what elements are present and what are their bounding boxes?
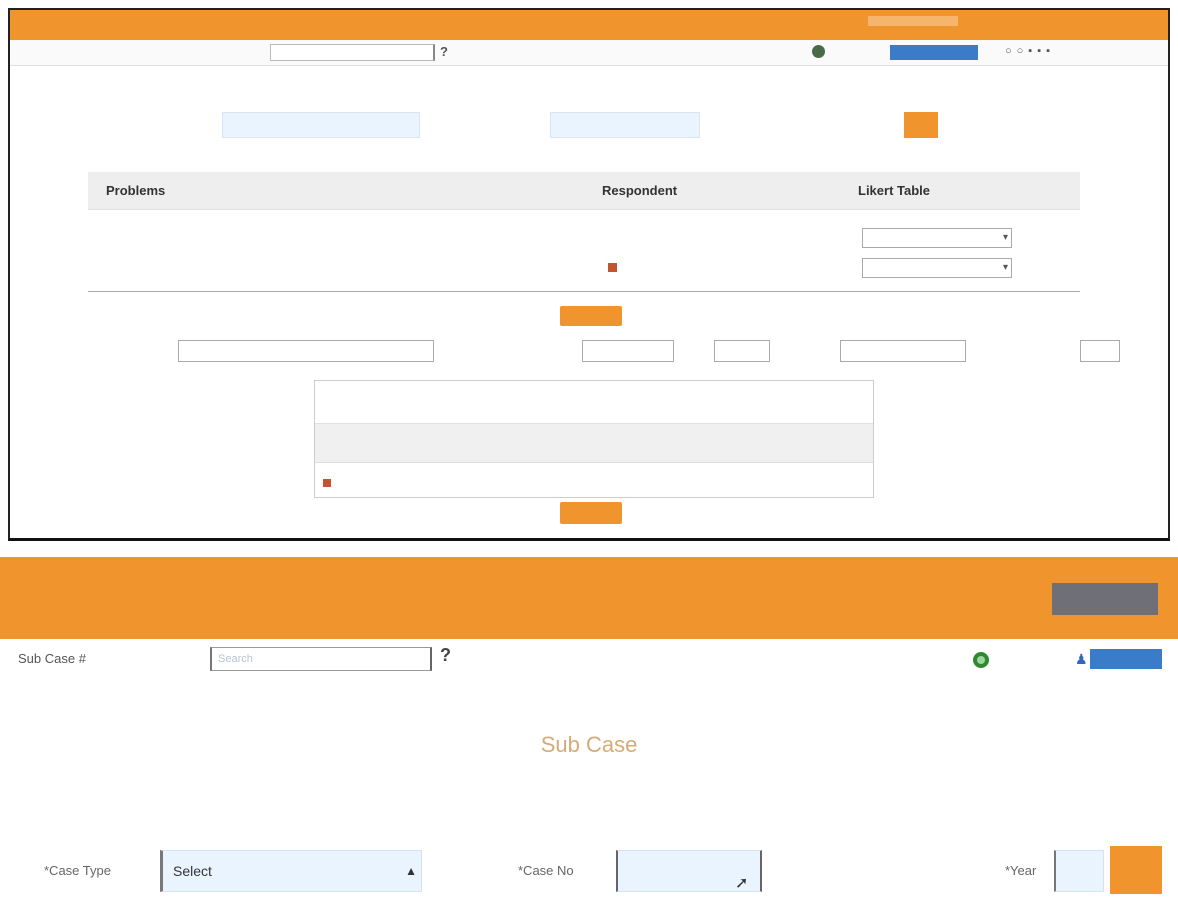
top-user-button-label	[890, 50, 904, 60]
case-search-form: *Case Type Select ▲▼ *Case No ➚ *Year	[0, 843, 1178, 899]
top-toolbar-icons[interactable]: ○○▪▪▪	[1005, 45, 1055, 57]
top-input-row	[10, 338, 1168, 374]
top-submit-button-1[interactable]	[560, 306, 622, 326]
col-header-problems: Problems	[106, 183, 166, 198]
table-row	[88, 210, 1080, 292]
year-label: *Year	[1005, 863, 1037, 878]
input-field-3[interactable]	[714, 340, 770, 362]
help-icon[interactable]: ?	[440, 44, 448, 59]
top-screenshot-panel: ? ○○▪▪▪ Problems Respondent Likert Table	[8, 8, 1170, 541]
likert-select-2[interactable]	[862, 258, 1012, 278]
case-type-value: Select	[173, 863, 212, 879]
chevron-down-icon: ▲▼	[405, 864, 417, 878]
problems-table-header: Problems Respondent Likert Table	[88, 172, 1080, 210]
top-filter-select-1[interactable]	[222, 112, 420, 138]
input-field-2[interactable]	[582, 340, 674, 362]
user-icon[interactable]: ♟	[1075, 651, 1088, 668]
checkbox-icon[interactable]	[323, 478, 331, 487]
bottom-banner	[0, 557, 1178, 639]
col-header-respondent: Respondent	[602, 183, 678, 198]
top-title-decoration	[868, 16, 958, 26]
sub-case-search-input[interactable]: Search	[210, 647, 432, 671]
gear-icon[interactable]	[812, 45, 825, 58]
user-account-button[interactable]	[1090, 649, 1162, 669]
bottom-search-row: Sub Case # Search ? ♟	[0, 639, 1178, 679]
top-search-row: ? ○○▪▪▪	[10, 40, 1168, 66]
sub-case-search-label: Sub Case #	[18, 651, 86, 666]
dropdown-list	[314, 380, 874, 498]
page-title: Sub Case	[540, 732, 638, 757]
top-title-bar	[10, 10, 1168, 40]
dropdown-option-2[interactable]	[315, 423, 873, 463]
banner-action-button[interactable]	[1052, 583, 1158, 615]
input-field-1[interactable]	[178, 340, 434, 362]
top-user-button[interactable]	[890, 45, 978, 60]
top-filter-field-2[interactable]	[550, 112, 700, 138]
year-input[interactable]	[1054, 850, 1104, 892]
col-header-likert: Likert Table	[858, 183, 931, 198]
refresh-icon[interactable]	[973, 652, 989, 668]
help-icon[interactable]: ?	[440, 645, 451, 666]
input-field-5[interactable]	[1080, 340, 1120, 362]
go-button[interactable]	[1110, 846, 1162, 894]
top-submit-button-2[interactable]	[560, 502, 622, 524]
top-filter-row	[10, 110, 1168, 150]
case-no-label: *Case No	[518, 863, 574, 878]
checkbox-icon[interactable]	[608, 263, 617, 273]
dropdown-option-3[interactable]	[323, 477, 334, 487]
response-option-2[interactable]	[608, 262, 621, 273]
likert-select-1[interactable]	[862, 228, 1012, 248]
top-search-input[interactable]	[270, 44, 435, 61]
input-field-4[interactable]	[840, 340, 966, 362]
case-type-select[interactable]: Select ▲▼	[160, 850, 422, 892]
top-filter-button[interactable]	[904, 112, 938, 138]
mouse-cursor-icon: ➚	[735, 875, 749, 892]
case-type-label: *Case Type	[44, 863, 111, 878]
